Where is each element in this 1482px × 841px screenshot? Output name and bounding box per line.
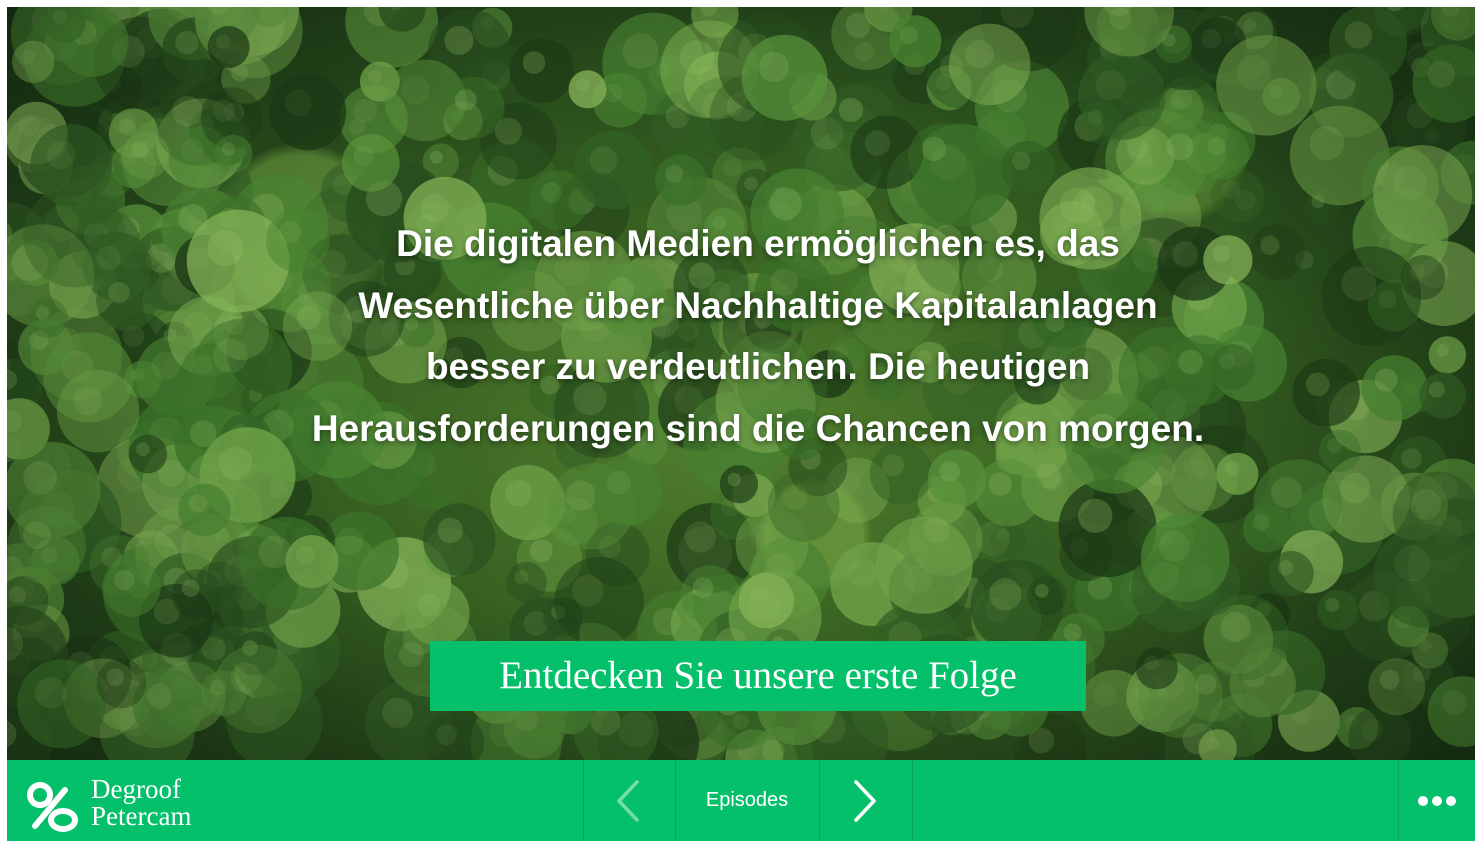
degroof-petercam-logo-icon <box>27 782 78 832</box>
brand-name-line1: Degroof <box>91 774 181 804</box>
bottom-navigation-bar: Degroof Petercam Episodes <box>7 760 1475 841</box>
brand-logo[interactable]: Degroof Petercam <box>25 776 225 832</box>
chevron-left-icon <box>617 779 639 822</box>
more-dots-icon <box>1418 795 1456 806</box>
discover-first-episode-button[interactable]: Entdecken Sie unsere erste Folge <box>430 641 1086 711</box>
next-episode-button[interactable] <box>820 760 910 841</box>
hero-headline: Die digitalen Medien ermöglichen es, das… <box>311 223 1205 449</box>
episodes-button[interactable]: Episodes <box>675 760 819 841</box>
chevron-right-icon <box>854 779 876 822</box>
previous-episode-button[interactable] <box>583 760 673 841</box>
more-options-button[interactable] <box>1399 760 1475 841</box>
hero-section: Die digitalen Medien ermöglichen es, das… <box>7 7 1475 760</box>
brand-name-line2: Petercam <box>91 801 192 831</box>
player-frame: Die digitalen Medien ermöglichen es, das… <box>7 7 1475 841</box>
divider <box>912 760 913 841</box>
brand-name: Degroof Petercam <box>91 776 191 830</box>
